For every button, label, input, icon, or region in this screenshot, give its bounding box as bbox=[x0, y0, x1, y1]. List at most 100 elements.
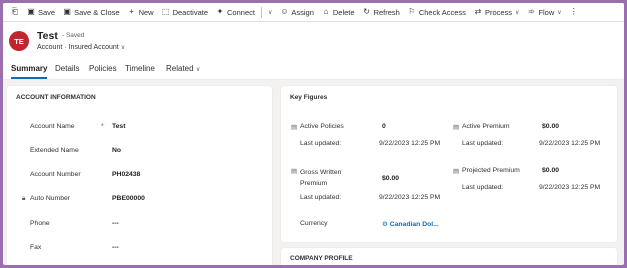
delete-button[interactable]: ⌂ Delete bbox=[318, 3, 359, 22]
back-button[interactable]: ⎗ bbox=[7, 3, 23, 22]
account-name-input[interactable]: Test bbox=[112, 123, 125, 130]
last-updated-value: 9/22/2023 12:25 PM bbox=[379, 194, 441, 201]
assign-icon: ☺ bbox=[280, 7, 289, 16]
section-title: COMPANY PROFILE bbox=[290, 255, 353, 262]
connect-button[interactable]: ✦ Connect bbox=[212, 3, 259, 22]
projected-premium-label: Projected Premium bbox=[462, 167, 520, 174]
delete-icon: ⌂ bbox=[323, 7, 329, 16]
avatar: TE bbox=[9, 31, 29, 51]
check-access-label: Check Access bbox=[418, 7, 466, 17]
currency-icon: ⚙︎ bbox=[382, 221, 388, 228]
divider bbox=[260, 6, 262, 18]
more-icon: ⋮ bbox=[569, 7, 578, 16]
flow-button[interactable]: ➾ Flow ∨ bbox=[523, 3, 565, 22]
deactivate-label: Deactivate bbox=[172, 7, 209, 17]
field-auto-number: 🔒︎ Auto Number PBE00000 bbox=[7, 195, 272, 219]
active-tab-indicator bbox=[11, 77, 47, 79]
active-premium-value: $0.00 bbox=[542, 123, 560, 130]
currency-link[interactable]: Canadian Dol... bbox=[390, 221, 439, 228]
tab-related-label: Related bbox=[166, 64, 194, 73]
last-updated-value: 9/22/2023 12:25 PM bbox=[379, 140, 441, 147]
field-fax: Fax --- bbox=[7, 244, 272, 265]
check-access-icon: ⚐ bbox=[408, 7, 416, 16]
save-close-icon: ▣ bbox=[63, 7, 71, 16]
more-commands-button[interactable]: ⋮ bbox=[566, 3, 582, 22]
field-label: Auto Number bbox=[30, 195, 71, 202]
field-label: Account Number bbox=[30, 171, 81, 178]
form-selector[interactable]: Insured Account bbox=[69, 44, 119, 51]
gross-written-premium-value: $0.00 bbox=[382, 175, 400, 182]
connect-label: Connect bbox=[227, 7, 255, 17]
account-information-section: ACCOUNT INFORMATION Account Name * Test … bbox=[7, 86, 272, 265]
new-label: New bbox=[138, 7, 154, 17]
last-updated-label: Last updated: bbox=[462, 140, 504, 147]
process-icon: ⇄ bbox=[474, 7, 482, 16]
calculator-icon: ▤ bbox=[453, 168, 460, 175]
entity-name: Account bbox=[37, 44, 63, 51]
calculator-icon: ▤ bbox=[453, 124, 460, 131]
last-updated-label: Last updated: bbox=[462, 184, 504, 191]
tab-related[interactable]: Related ∨ bbox=[166, 64, 200, 73]
last-updated-value: 9/22/2023 12:25 PM bbox=[539, 140, 601, 147]
save-close-button[interactable]: ▣ Save & Close bbox=[59, 3, 123, 22]
last-updated-label: Last updated: bbox=[300, 194, 342, 201]
check-access-button[interactable]: ⚐ Check Access bbox=[404, 3, 470, 22]
process-label: Process bbox=[484, 7, 513, 17]
flow-label: Flow bbox=[538, 7, 555, 17]
save-button[interactable]: ▣ Save bbox=[23, 3, 59, 22]
currency-lookup[interactable]: ⚙︎ Canadian Dol... bbox=[382, 220, 439, 228]
connect-icon: ✦ bbox=[216, 7, 224, 16]
record-subtitle: Account · Insured Account ∨ bbox=[37, 44, 125, 51]
extended-name-input[interactable]: No bbox=[112, 147, 121, 154]
chevron-down-icon: ∨ bbox=[267, 9, 273, 16]
auto-number-value: PBE00000 bbox=[112, 195, 145, 202]
active-policies-value: 0 bbox=[382, 123, 386, 130]
assign-button[interactable]: ☺ Assign bbox=[276, 3, 318, 22]
last-updated-value: 9/22/2023 12:25 PM bbox=[539, 184, 601, 191]
refresh-button[interactable]: ↻ Refresh bbox=[359, 3, 404, 22]
chevron-down-icon[interactable]: ∨ bbox=[121, 45, 125, 51]
deactivate-icon: ⬚ bbox=[161, 7, 170, 16]
active-policies-label: Active Policies bbox=[300, 123, 344, 130]
field-label: Account Name bbox=[30, 123, 75, 130]
separator: · bbox=[64, 44, 67, 51]
app-frame: ⎗ ▣ Save ▣ Save & Close + New ⬚ Deactiva… bbox=[3, 3, 624, 265]
field-label: Fax bbox=[30, 244, 42, 251]
tab-timeline[interactable]: Timeline bbox=[125, 64, 155, 73]
new-button[interactable]: + New bbox=[124, 3, 158, 22]
tab-details[interactable]: Details bbox=[55, 64, 79, 73]
field-phone: Phone --- bbox=[7, 220, 272, 244]
section-title: Key Figures bbox=[290, 94, 328, 101]
section-title: ACCOUNT INFORMATION bbox=[16, 94, 96, 101]
assign-label: Assign bbox=[291, 7, 314, 17]
save-label: Save bbox=[38, 7, 56, 17]
calculator-icon: ▤ bbox=[291, 124, 298, 131]
tab-bar: Summary Details Policies Timeline Relate… bbox=[3, 58, 624, 80]
last-updated-label: Last updated: bbox=[300, 140, 342, 147]
lock-icon: 🔒︎ bbox=[22, 195, 26, 202]
save-close-label: Save & Close bbox=[74, 7, 120, 17]
connect-dropdown[interactable]: ∨ bbox=[264, 3, 276, 22]
chevron-down-icon: ∨ bbox=[195, 67, 201, 73]
gross-written-premium-label: Gross Written Premium bbox=[300, 169, 342, 187]
delete-label: Delete bbox=[332, 7, 355, 17]
account-number-input[interactable]: PH02438 bbox=[112, 171, 140, 178]
field-label: Phone bbox=[30, 220, 50, 227]
refresh-label: Refresh bbox=[373, 7, 400, 17]
projected-premium-value: $0.00 bbox=[542, 167, 560, 174]
refresh-icon: ↻ bbox=[363, 7, 370, 16]
tab-policies[interactable]: Policies bbox=[89, 64, 117, 73]
record-title: Test bbox=[37, 30, 58, 42]
tab-summary[interactable]: Summary bbox=[11, 64, 47, 73]
fax-input[interactable]: --- bbox=[112, 244, 119, 251]
command-bar: ⎗ ▣ Save ▣ Save & Close + New ⬚ Deactiva… bbox=[3, 3, 624, 22]
save-icon: ▣ bbox=[27, 7, 35, 16]
chevron-down-icon: ∨ bbox=[557, 9, 562, 16]
phone-input[interactable]: --- bbox=[112, 220, 119, 227]
field-account-number: Account Number PH02438 bbox=[7, 171, 272, 195]
calculator-icon: ▤ bbox=[291, 168, 298, 175]
plus-icon: + bbox=[129, 7, 134, 16]
process-button[interactable]: ⇄ Process ∨ bbox=[470, 3, 524, 22]
deactivate-button[interactable]: ⬚ Deactivate bbox=[158, 3, 212, 22]
flow-icon: ➾ bbox=[528, 7, 535, 16]
